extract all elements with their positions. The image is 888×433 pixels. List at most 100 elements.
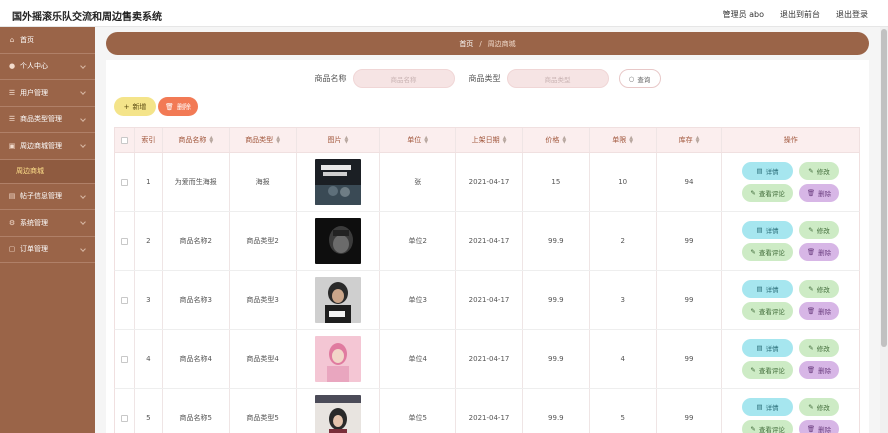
type-search-label: 商品类型 <box>468 74 501 83</box>
admin-user-label: 管理员 abo <box>722 10 764 19</box>
listing-date: 2021-04-17 <box>456 389 523 433</box>
edit-button[interactable]: ✎ 修改 <box>798 398 840 416</box>
back-to-frontend-link[interactable]: 退出到前台 <box>780 9 820 20</box>
product-type: 商品类型2 <box>230 212 297 270</box>
breadcrumb: 首页 / 周边商城 <box>106 32 869 55</box>
view-reviews-button[interactable]: ✎ 查看评论 <box>742 184 793 202</box>
edit-icon: ✎ <box>750 248 756 256</box>
vertical-scrollbar[interactable] <box>880 27 888 433</box>
sort-icon: ▲ ▼ <box>695 135 700 145</box>
table-header: 索引 商品名称 ▲ ▼ 商品类型 ▲ ▼ 图片 ▲ ▼ 单位 ▲ ▼ 上架日期 ▲ ▼ 价格 ▲ ▼ 单… <box>114 127 860 153</box>
delete-button[interactable]: 🗑 删除 <box>798 184 840 202</box>
product-unit: 单位3 <box>380 271 457 329</box>
name-search-input[interactable]: 商品名称 <box>352 69 455 88</box>
scrollbar-thumb[interactable] <box>881 29 887 347</box>
edit-icon: ✎ <box>750 425 756 433</box>
sidebar-item-system[interactable]: ⚙ 系统管理 <box>0 210 95 237</box>
sidebar-subitem-label: 周边商城 <box>16 167 44 175</box>
column-header[interactable]: 商品类型 ▲ ▼ <box>230 128 297 152</box>
sidebar-item-label: 帖子信息管理 <box>20 192 62 201</box>
product-image <box>314 218 361 264</box>
row-index: 4 <box>135 330 163 388</box>
detail-button[interactable]: ▤ 详情 <box>742 221 793 239</box>
purchase-limit: 3 <box>590 271 657 329</box>
stock-count: 99 <box>657 212 723 270</box>
stock-count: 99 <box>657 330 723 388</box>
view-reviews-button[interactable]: ✎ 查看评论 <box>742 302 793 320</box>
delete-button[interactable]: 🗑 删除 <box>798 361 840 379</box>
breadcrumb-separator: / <box>479 39 482 48</box>
column-header[interactable]: 商品名称 ▲ ▼ <box>163 128 230 152</box>
view-reviews-button[interactable]: ✎ 查看评论 <box>742 420 793 433</box>
sort-icon: ▲ ▼ <box>562 135 567 145</box>
row-checkbox[interactable] <box>120 414 128 422</box>
detail-button[interactable]: ▤ 详情 <box>742 162 793 180</box>
column-header[interactable]: 上架日期 ▲ ▼ <box>456 128 523 152</box>
delete-button[interactable]: 🗑 删除 <box>798 420 840 433</box>
sidebar-item-label: 订单管理 <box>20 245 48 254</box>
list-icon: ☰ <box>8 88 16 97</box>
add-button[interactable]: + 新增 <box>114 97 156 116</box>
view-reviews-button[interactable]: ✎ 查看评论 <box>742 361 793 379</box>
table-row: 1 为爱而生海报 海报 张 2021-04-17 15 10 94 ▤ 详情 ✎… <box>114 153 860 212</box>
sidebar-item-shop-admin[interactable]: ▣ 周边商城管理 <box>0 133 95 160</box>
detail-button[interactable]: ▤ 详情 <box>742 398 793 416</box>
column-header[interactable]: 图片 ▲ ▼ <box>297 128 381 152</box>
sidebar-item-home[interactable]: ⌂ 首页 <box>0 27 95 54</box>
type-search-input[interactable]: 商品类型 <box>506 69 609 88</box>
column-header[interactable]: 单位 ▲ ▼ <box>380 128 457 152</box>
search-icon: ○ <box>628 74 635 83</box>
sidebar-subitem-shop[interactable]: 周边商城 <box>0 159 95 184</box>
breadcrumb-home[interactable]: 首页 <box>459 39 473 49</box>
delete-button[interactable]: 🗑 删除 <box>798 243 840 261</box>
row-checkbox[interactable] <box>120 237 128 245</box>
sidebar-item-label: 用户管理 <box>20 88 48 97</box>
product-image <box>314 336 361 382</box>
sidebar-item-product-types[interactable]: ☰ 商品类型管理 <box>0 107 95 133</box>
purchase-limit: 4 <box>590 330 657 388</box>
sidebar-item-orders[interactable]: ▢ 订单管理 <box>0 237 95 263</box>
select-all-checkbox[interactable] <box>120 136 128 144</box>
sort-icon: ▲ ▼ <box>209 135 214 145</box>
product-name: 商品名称5 <box>163 389 230 433</box>
edit-button[interactable]: ✎ 修改 <box>798 162 840 180</box>
edit-button[interactable]: ✎ 修改 <box>798 339 840 357</box>
sidebar: ⌂ 首页 ● 个人中心 ☰ 用户管理 ☰ 商品类型管理 ▣ 周边商城管理 周边商… <box>0 27 95 433</box>
sidebar-item-profile[interactable]: ● 个人中心 <box>0 54 95 80</box>
row-checkbox[interactable] <box>120 355 128 363</box>
edit-button[interactable]: ✎ 修改 <box>798 280 840 298</box>
sidebar-item-label: 商品类型管理 <box>20 115 62 124</box>
detail-button[interactable]: ▤ 详情 <box>742 280 793 298</box>
row-checkbox[interactable] <box>120 178 128 186</box>
trash-icon: 🗑 <box>806 366 816 374</box>
edit-button[interactable]: ✎ 修改 <box>798 221 840 239</box>
batch-delete-button[interactable]: 🗑 删除 <box>158 97 198 116</box>
row-checkbox[interactable] <box>120 296 128 304</box>
delete-button[interactable]: 🗑 删除 <box>798 302 840 320</box>
trash-icon: 🗑 <box>165 102 174 111</box>
column-header[interactable]: 库存 ▲ ▼ <box>657 128 723 152</box>
listing-date: 2021-04-17 <box>456 153 523 211</box>
product-type: 商品类型5 <box>230 389 297 433</box>
table-row: 4 商品名称4 商品类型4 单位4 2021-04-17 99.9 4 99 ▤… <box>114 330 860 389</box>
sidebar-item-posts[interactable]: ▤ 帖子信息管理 <box>0 184 95 210</box>
product-unit: 张 <box>380 153 457 211</box>
query-button[interactable]: ○ 查询 <box>618 69 661 88</box>
product-type: 商品类型4 <box>230 330 297 388</box>
product-image <box>314 277 361 323</box>
detail-button[interactable]: ▤ 详情 <box>742 339 793 357</box>
column-header[interactable]: 单限 ▲ ▼ <box>590 128 657 152</box>
main-panel: 商品名称 商品名称 商品类型 商品类型 ○ 查询 + 新增 🗑 删除 索引 商品… <box>106 60 869 433</box>
view-reviews-button[interactable]: ✎ 查看评论 <box>742 243 793 261</box>
purchase-limit: 5 <box>590 389 657 433</box>
purchase-limit: 10 <box>590 153 657 211</box>
chevron-down-icon <box>80 115 86 122</box>
product-price: 99.9 <box>523 389 590 433</box>
column-header[interactable]: 价格 ▲ ▼ <box>523 128 590 152</box>
product-name: 为爱而生海报 <box>163 153 230 211</box>
edit-icon: ✎ <box>808 403 814 411</box>
logout-link[interactable]: 退出登录 <box>836 9 868 20</box>
sidebar-item-users[interactable]: ☰ 用户管理 <box>0 80 95 107</box>
edit-icon: ✎ <box>750 366 756 374</box>
file-icon: ▢ <box>8 245 16 254</box>
